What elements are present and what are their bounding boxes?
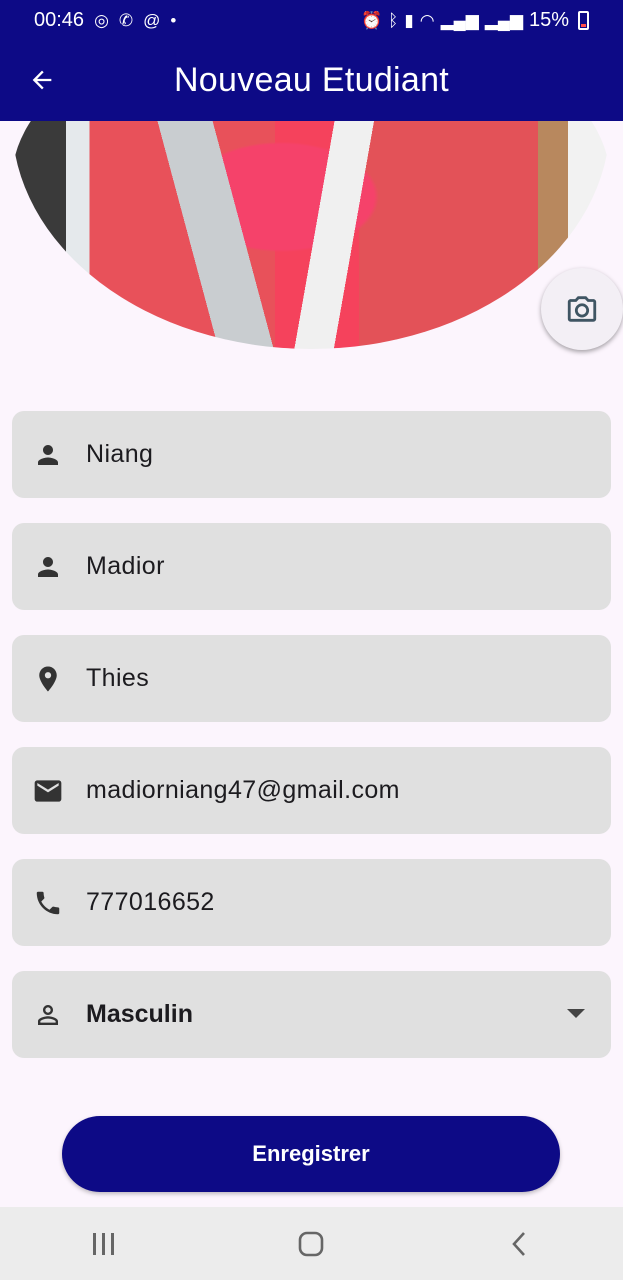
signal-icon: ▂▄▆ (440, 10, 479, 30)
nav-back-icon (512, 1231, 526, 1256)
phone-input[interactable] (86, 888, 566, 917)
page-title: Nouveau Etudiant (173, 61, 450, 99)
change-photo-button[interactable] (541, 268, 623, 350)
person-icon (32, 439, 64, 471)
app-bar: Nouveau Etudiant (0, 40, 623, 121)
home-button[interactable] (281, 1219, 341, 1269)
email-field[interactable] (12, 747, 611, 834)
last-name-input[interactable] (86, 440, 566, 469)
dropdown-arrow-icon[interactable] (567, 1009, 585, 1018)
gender-select-value: Masculin (86, 1000, 193, 1028)
threads-icon: @ (143, 10, 161, 30)
recents-button[interactable] (74, 1219, 134, 1269)
save-button[interactable]: Enregistrer (62, 1116, 560, 1192)
back-button[interactable] (20, 60, 64, 100)
dot-icon: • (170, 10, 177, 30)
email-input[interactable] (86, 776, 566, 805)
location-pin-icon (32, 663, 64, 695)
last-name-field[interactable] (12, 411, 611, 498)
gender-select[interactable]: Masculin (12, 971, 611, 1058)
first-name-field[interactable] (12, 523, 611, 610)
bluetooth-icon: ᛒ (388, 10, 399, 30)
first-name-input[interactable] (86, 552, 566, 581)
profile-photo-image (12, 121, 610, 349)
status-bar: 00:46 ◎ ✆ @ • ⏰ ᛒ ▮ ◠ ▂▄▆ ▂▄▆ 15% (0, 0, 623, 40)
status-time: 00:46 (34, 8, 85, 31)
system-back-button[interactable] (489, 1219, 549, 1269)
email-icon (32, 775, 64, 807)
profile-photo[interactable] (12, 121, 610, 349)
person-icon (32, 551, 64, 583)
battery-saver-icon: ▮ (404, 10, 414, 30)
city-field[interactable] (12, 635, 611, 722)
signal-2-icon: ▂▄▆ (484, 10, 523, 30)
phone-icon (32, 887, 64, 919)
person-outline-icon (32, 999, 64, 1031)
notification-icon: ◎ (94, 10, 109, 30)
phone-field[interactable] (12, 859, 611, 946)
arrow-back-icon (32, 70, 52, 90)
recents-icon (92, 1232, 114, 1255)
alarm-icon: ⏰ (360, 10, 383, 30)
wifi-icon: ◠ (419, 10, 435, 30)
battery-icon (578, 10, 589, 30)
system-nav-bar (0, 1207, 623, 1280)
camera-icon (567, 296, 597, 322)
call-icon: ✆ (118, 10, 134, 30)
home-icon (299, 1231, 324, 1256)
battery-percent: 15% (528, 8, 569, 31)
city-input[interactable] (86, 664, 566, 693)
